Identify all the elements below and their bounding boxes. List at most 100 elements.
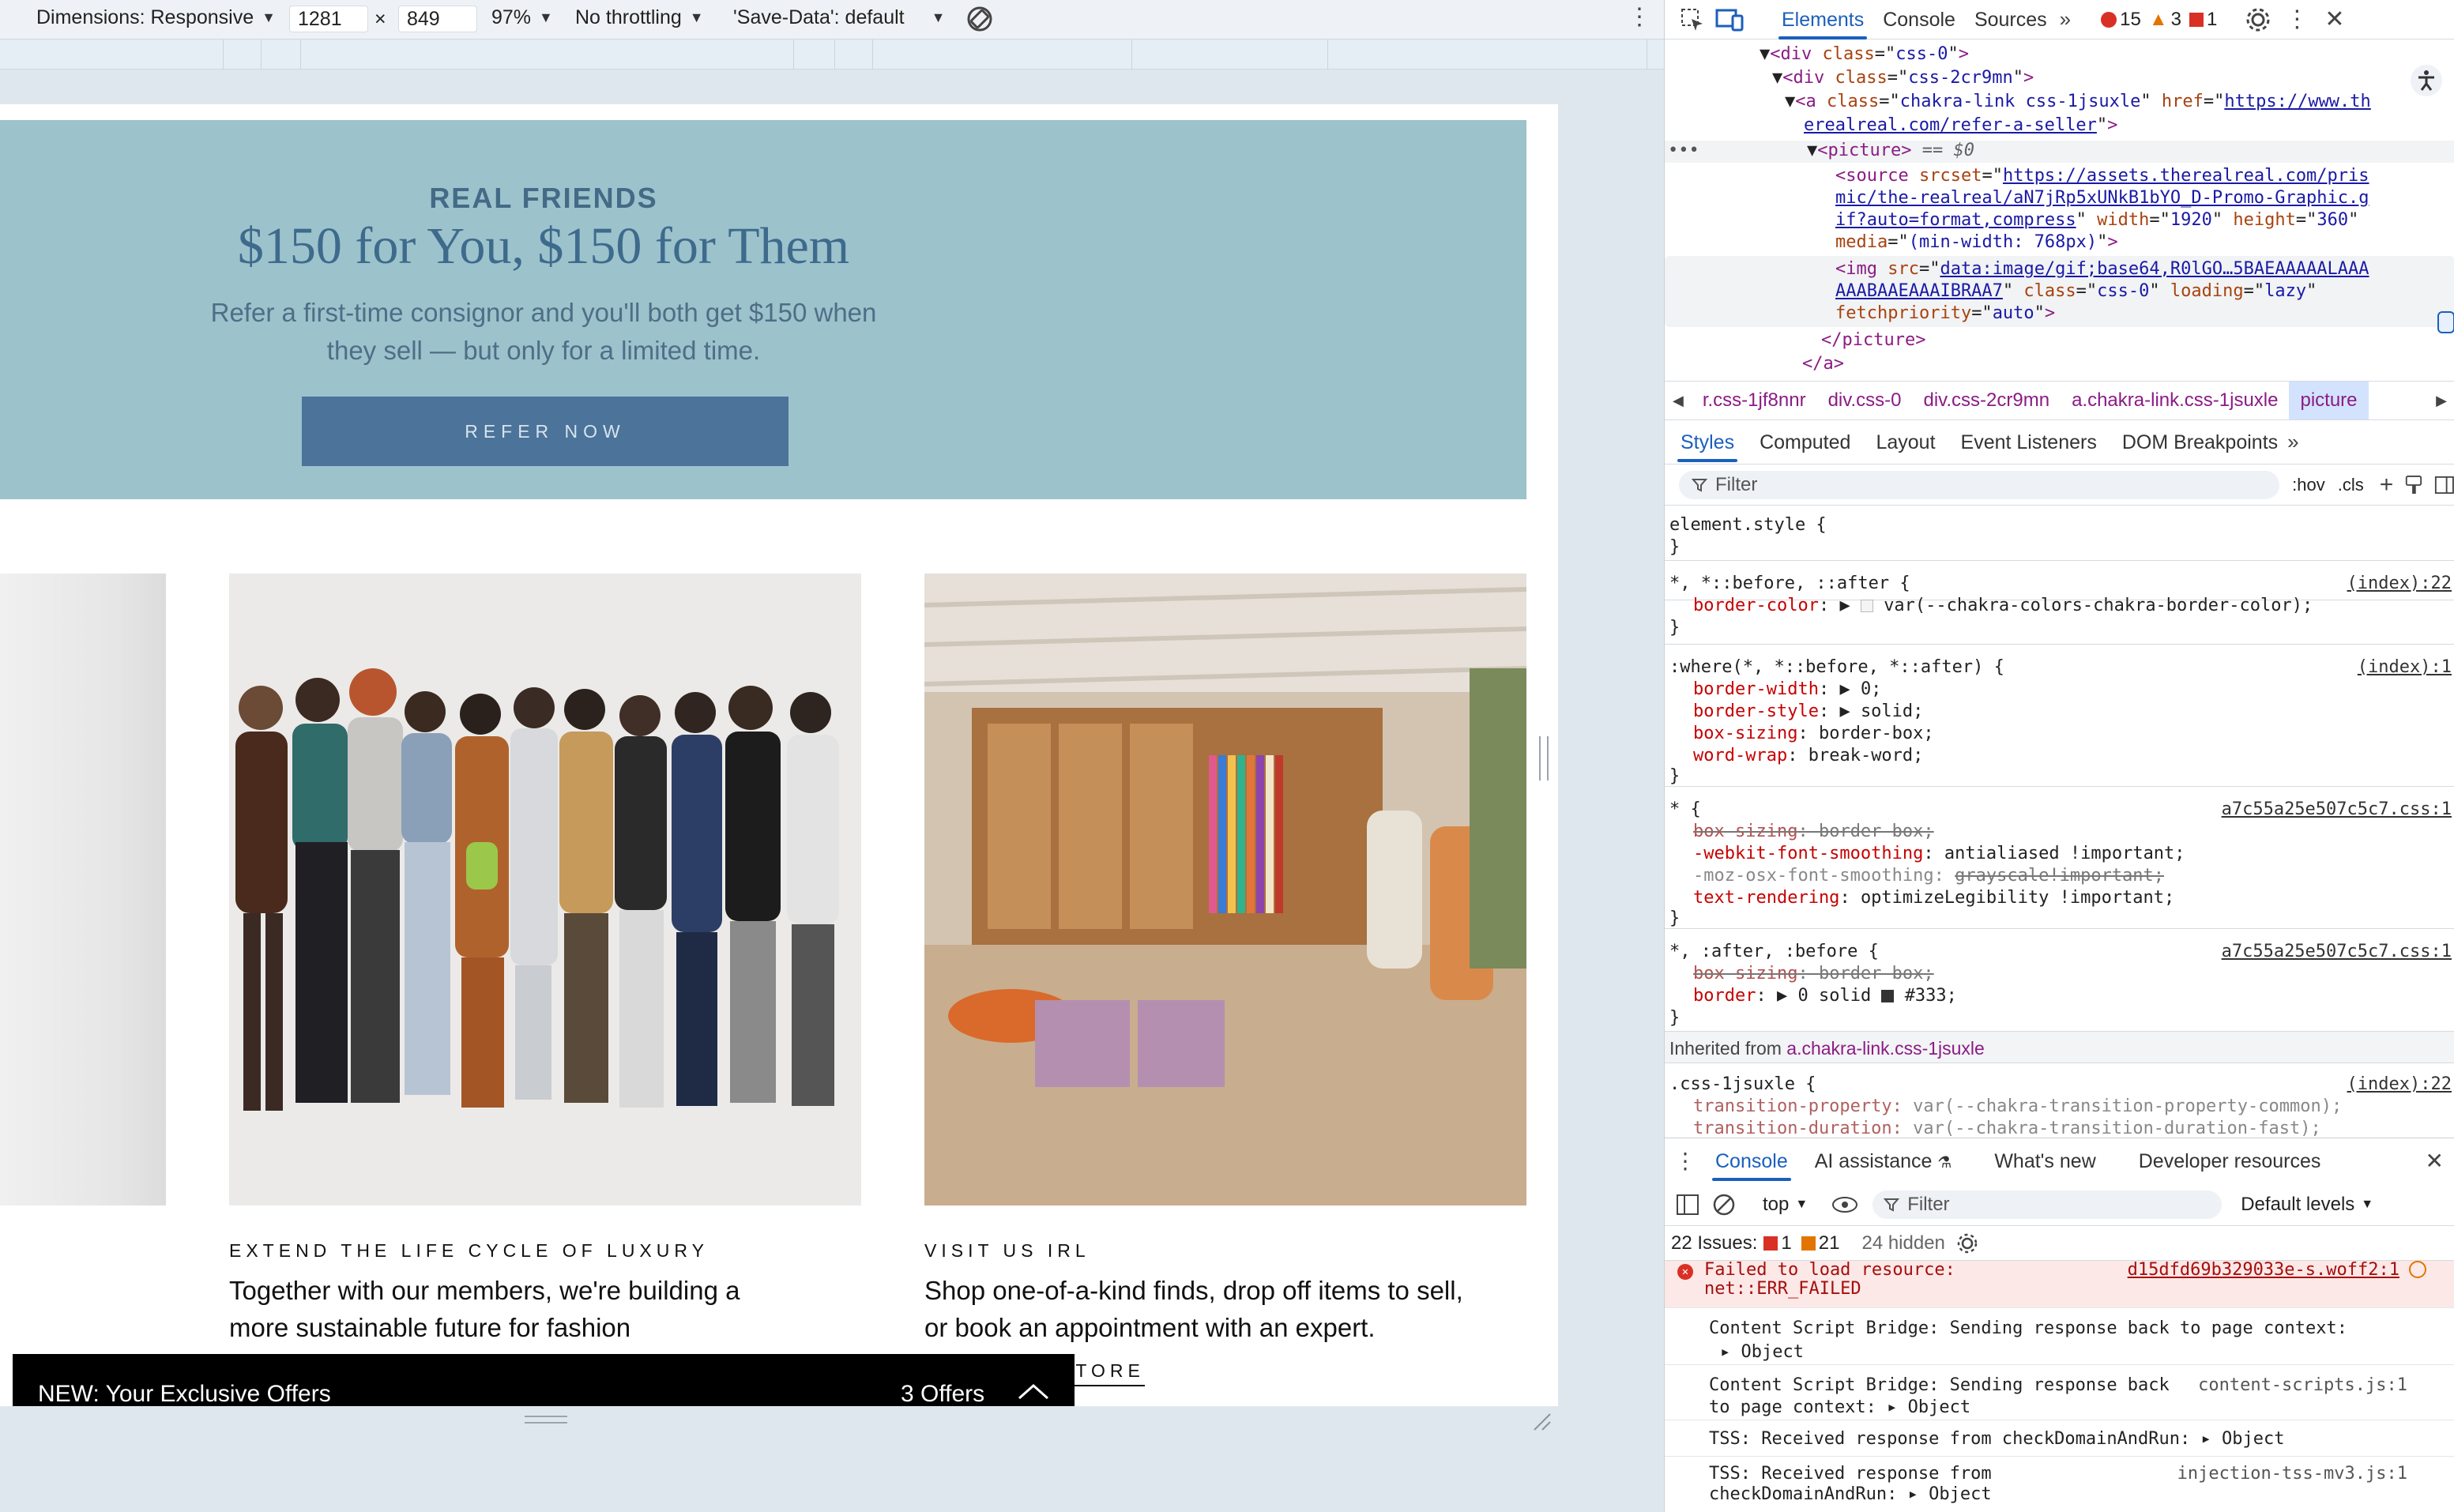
- rotate-icon[interactable]: [964, 3, 996, 40]
- context-dropdown[interactable]: top ▼: [1763, 1194, 1808, 1216]
- log-source-link[interactable]: injection-tss-mv3.js:1: [2177, 1463, 2407, 1485]
- rule-declaration-overridden[interactable]: box-sizing: border-box;: [1693, 822, 1934, 841]
- gear-icon[interactable]: [1956, 1232, 1978, 1254]
- error-count-badge[interactable]: 15: [2101, 9, 2141, 31]
- tab-layout[interactable]: Layout: [1866, 423, 1944, 462]
- referral-promo-banner[interactable]: REAL FRIENDS $150 for You, $150 for Them…: [0, 120, 1526, 499]
- srcset-link[interactable]: if?auto=format,compress: [1835, 210, 2076, 230]
- dimensions-dropdown[interactable]: Dimensions: Responsive ▼: [36, 6, 276, 29]
- dom-node-close[interactable]: </picture>: [1821, 329, 1925, 352]
- more-tabs-icon[interactable]: »: [2287, 430, 2298, 454]
- more-options-icon[interactable]: ⋮: [2285, 6, 2309, 33]
- console-filter-input[interactable]: Filter: [1872, 1190, 2223, 1219]
- hov-toggle[interactable]: :hov: [2292, 475, 2325, 495]
- dom-node-picture[interactable]: ▼<picture> == $0: [1807, 139, 1974, 163]
- drawer-tab-console[interactable]: Console: [1706, 1142, 1797, 1181]
- dom-node-img[interactable]: <img src="data:image/gif;base64,R0lGO…5B…: [1835, 258, 2369, 281]
- drawer-tab-whats-new[interactable]: What's new: [1985, 1142, 2105, 1181]
- rule-declaration[interactable]: transition-property: var(--chakra-transi…: [1693, 1096, 2342, 1116]
- img-src-link[interactable]: data:image/gif;base64,R0lGO…5BAEAAAAALAA…: [1940, 259, 2369, 279]
- drawer-tab-ai-assistance[interactable]: AI assistance ⚗: [1805, 1142, 1962, 1181]
- style-rule[interactable]: * { a7c55a25e507c5c7.css:1 box-sizing: b…: [1665, 787, 2454, 929]
- breadcrumb-item[interactable]: div.css-2cr9mn: [1912, 389, 2061, 412]
- tab-styles[interactable]: Styles: [1671, 423, 1744, 462]
- console-error-message[interactable]: ✕ Failed to load resource: net::ERR_FAIL…: [1665, 1261, 2454, 1308]
- srcset-link[interactable]: mic/the-realreal/aN7jRp5xUNkB1bYO_D-Prom…: [1835, 188, 2369, 208]
- store-interior-photo[interactable]: [924, 574, 1526, 1205]
- viewport-resize-handle[interactable]: [1539, 736, 1549, 780]
- tab-elements[interactable]: Elements: [1772, 0, 1873, 39]
- log-object-toggle[interactable]: ▸ Object: [1720, 1341, 1804, 1363]
- refer-now-button[interactable]: REFER NOW: [302, 397, 789, 466]
- log-levels-dropdown[interactable]: Default levels ▼: [2241, 1194, 2373, 1216]
- console-message[interactable]: TSS: Received response from checkDomainA…: [1665, 1420, 2454, 1457]
- zoom-dropdown[interactable]: 97% ▼: [491, 6, 553, 29]
- accessibility-icon[interactable]: [2409, 63, 2444, 98]
- save-data-dropdown[interactable]: 'Save-Data': default ▼: [733, 6, 945, 29]
- tab-sources[interactable]: Sources: [1965, 0, 2057, 39]
- rule-declaration[interactable]: -webkit-font-smoothing: antialiased !imp…: [1693, 844, 2185, 863]
- rule-declaration-inactive[interactable]: -moz-osx-font-smoothing: grayscale!impor…: [1693, 866, 2164, 886]
- style-rule[interactable]: *, :after, :before { a7c55a25e507c5c7.cs…: [1665, 929, 2454, 1032]
- href-link[interactable]: https://www.th: [2224, 92, 2370, 111]
- clear-console-icon[interactable]: [1712, 1193, 1736, 1217]
- img-src-link[interactable]: AAABAAEAAAIBRAA7: [1835, 281, 2003, 301]
- close-icon[interactable]: ✕: [2324, 6, 2344, 33]
- dom-node[interactable]: ▼<div class="css-0">: [1760, 43, 1969, 66]
- sidebar-toggle-icon[interactable]: [1676, 1194, 1699, 1216]
- log-object[interactable]: Object: [2222, 1429, 2284, 1449]
- dom-node[interactable]: ▼<a class="chakra-link css-1jsuxle" href…: [1785, 90, 2371, 114]
- console-message[interactable]: TSS: Received response from checkDomainA…: [1665, 1457, 2454, 1512]
- gear-icon[interactable]: [2245, 7, 2271, 32]
- dom-node-source[interactable]: <source srcset="https://assets.therealre…: [1835, 164, 2369, 188]
- inspect-element-icon[interactable]: [1679, 6, 1706, 33]
- viewport-width-input[interactable]: [289, 6, 368, 32]
- color-swatch[interactable]: [1881, 990, 1895, 1002]
- resize-corner-icon[interactable]: [1531, 1411, 1552, 1431]
- cls-toggle[interactable]: .cls: [2338, 475, 2364, 495]
- log-object[interactable]: Object: [1908, 1397, 1970, 1417]
- rule-declaration[interactable]: box-sizing: border-box;: [1693, 724, 1934, 743]
- dom-node[interactable]: ▼<div class="css-2cr9mn">: [1772, 66, 2034, 90]
- device-toolbar-icon[interactable]: [1715, 6, 1745, 33]
- drawer-menu-icon[interactable]: ⋮: [1674, 1148, 1696, 1174]
- info-count-badge[interactable]: 1: [2189, 9, 2217, 31]
- carousel-image-partial[interactable]: [0, 574, 166, 1205]
- rule-source-link[interactable]: (index):22: [2347, 1074, 2452, 1094]
- paint-brush-icon[interactable]: [2404, 474, 2423, 496]
- style-rule[interactable]: element.style { }: [1665, 506, 2454, 561]
- log-source-link[interactable]: content-scripts.js:1: [2198, 1375, 2407, 1397]
- chevron-up-icon[interactable]: [1016, 1382, 1051, 1401]
- add-rule-icon[interactable]: +: [2380, 472, 2394, 498]
- href-link[interactable]: erealreal.com/refer-a-seller: [1804, 115, 2097, 135]
- styles-filter-input[interactable]: Filter: [1679, 470, 2280, 499]
- srcset-link[interactable]: https://assets.therealreal.com/pris: [2003, 166, 2369, 186]
- inherited-element-link[interactable]: a.chakra-link.css-1jsuxle: [1786, 1038, 1985, 1059]
- breadcrumb-item[interactable]: r.css-1jf8nnr: [1692, 389, 1817, 412]
- exclusive-offers-bar[interactable]: NEW: Your Exclusive Offers 3 Offers: [13, 1354, 1075, 1406]
- breadcrumb-item-active[interactable]: picture: [2289, 382, 2369, 419]
- viewport-height-input[interactable]: [398, 6, 477, 32]
- toggle-sidebar-icon[interactable]: [2434, 474, 2454, 496]
- close-drawer-icon[interactable]: ✕: [2426, 1148, 2444, 1174]
- rule-declaration[interactable]: text-rendering: optimizeLegibility !impo…: [1693, 888, 2174, 908]
- breadcrumb-item[interactable]: div.css-0: [1817, 389, 1913, 412]
- scroll-left-icon[interactable]: ◀: [1665, 393, 1692, 409]
- scroll-right-icon[interactable]: ▶: [2428, 393, 2454, 409]
- tab-event-listeners[interactable]: Event Listeners: [1952, 423, 2106, 462]
- tab-computed[interactable]: Computed: [1750, 423, 1860, 462]
- eye-icon[interactable]: [1831, 1195, 1858, 1214]
- log-object[interactable]: Object: [1929, 1484, 1991, 1504]
- tab-console[interactable]: Console: [1873, 0, 1965, 39]
- console-message[interactable]: Content Script Bridge: Sending response …: [1665, 1308, 2454, 1365]
- rule-declaration[interactable]: border: ▶ 0 solid #333;: [1693, 986, 1957, 1006]
- rule-source-link[interactable]: a7c55a25e507c5c7.css:1: [2222, 799, 2452, 819]
- drawer-tab-developer-resources[interactable]: Developer resources: [2129, 1142, 2331, 1181]
- tab-dom-breakpoints[interactable]: DOM Breakpoints: [2113, 423, 2287, 462]
- breadcrumb-item[interactable]: a.chakra-link.css-1jsuxle: [2061, 389, 2289, 412]
- issues-summary[interactable]: 22 Issues: 1 21 24 hidden: [1665, 1226, 2454, 1261]
- rule-declaration[interactable]: word-wrap: break-word;: [1693, 746, 1923, 765]
- log-source-link[interactable]: d15dfd69b329033e-s.woff2:1: [2128, 1261, 2399, 1281]
- style-rule[interactable]: .css-1jsuxle { (index):22 transition-pro…: [1665, 1063, 2454, 1138]
- more-options-icon[interactable]: ⋮: [1628, 3, 1651, 31]
